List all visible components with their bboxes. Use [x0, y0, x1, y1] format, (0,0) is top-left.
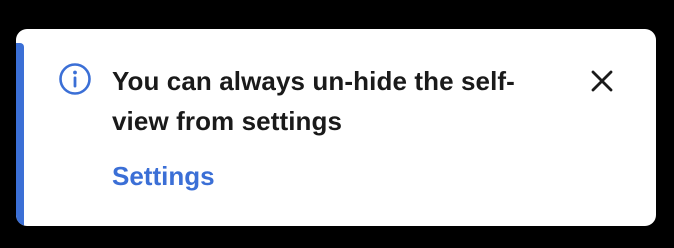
notification-message: You can always un-hide the self-view fro… [112, 66, 515, 136]
accent-bar [16, 43, 24, 226]
info-circle-icon [58, 62, 92, 96]
close-icon [584, 63, 620, 99]
settings-link[interactable]: Settings [112, 156, 215, 196]
notification-toast: You can always un-hide the self-view fro… [16, 29, 656, 226]
close-button[interactable] [584, 63, 620, 99]
